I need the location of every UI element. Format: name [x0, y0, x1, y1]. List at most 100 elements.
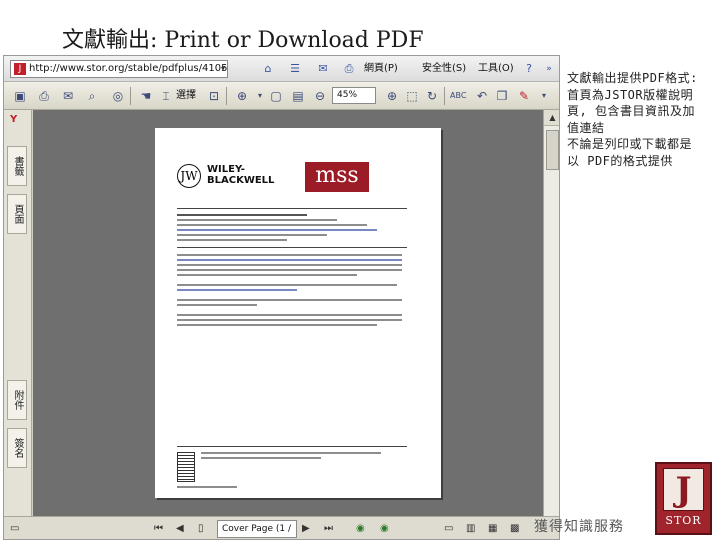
text-line	[177, 299, 402, 301]
continuous-facing-icon[interactable]: ▩	[510, 522, 519, 536]
browser-window: J http://www.stor.org/stable/pdfplus/410…	[3, 55, 560, 540]
undo-icon[interactable]: ↶	[474, 88, 490, 104]
email-icon[interactable]: ✉	[60, 88, 76, 104]
binoculars-icon[interactable]: ◎	[110, 88, 126, 104]
zoom-in-icon[interactable]: ⊕	[384, 88, 400, 104]
fit-page-icon[interactable]: ▤	[290, 88, 306, 104]
pdf-toolbar: ▣ ⎙ ✉ ⌕ ◎ ☚ ⌶ 選擇 ⊡ ⊕ ▾ ▢ ▤ ⊖ 45% ⊕ ⬚ ↻ A…	[4, 82, 559, 110]
y-tool-icon[interactable]: Y	[10, 114, 17, 125]
caption-line: 首頁為JSTOR版權說明	[567, 87, 694, 102]
select-tool-icon[interactable]: ⌶	[158, 88, 174, 104]
dropdown-icon[interactable]: ▾	[536, 88, 552, 104]
zoom-value: 45%	[337, 90, 358, 100]
single-page-icon[interactable]: ▭	[444, 522, 453, 536]
zoom-field[interactable]: 45%	[332, 87, 376, 104]
caption-line: 以 PDF的格式提供	[567, 153, 673, 168]
select-label[interactable]: 選擇	[176, 89, 196, 103]
text-line	[177, 274, 357, 276]
text-line	[177, 284, 397, 286]
previous-page-icon[interactable]: ◀	[176, 522, 184, 536]
tab-pages[interactable]: 頁面	[7, 194, 27, 234]
tab-attachments[interactable]: 附件	[7, 380, 27, 420]
text-line	[177, 259, 402, 261]
snapshot-icon[interactable]: ⊡	[206, 88, 222, 104]
spell-check-icon[interactable]: ABC	[450, 88, 466, 104]
publisher-line1: WILEY-	[207, 164, 245, 175]
toolbar-separator	[130, 87, 131, 105]
scroll-thumb[interactable]	[546, 130, 559, 170]
text-line	[177, 239, 287, 241]
menu-tools[interactable]: 工具(O)	[478, 62, 514, 76]
pen-icon[interactable]: ✎	[516, 88, 532, 104]
text-line	[177, 264, 402, 266]
first-page-icon[interactable]: ⏮	[154, 522, 163, 536]
menu-page[interactable]: 網頁(P)	[364, 62, 398, 76]
actual-size-icon[interactable]: ▢	[268, 88, 284, 104]
vertical-scrollbar[interactable]: ▲	[543, 110, 559, 516]
text-line	[177, 214, 307, 216]
scroll-up-icon[interactable]: ▲	[544, 110, 559, 126]
divider	[177, 208, 407, 209]
back-icon[interactable]: ◉	[356, 522, 365, 536]
zoom-out-icon[interactable]: ⊖	[312, 88, 328, 104]
pdf-status-bar: ▭ ⏮ ◀ ▯ Cover Page (1 / 15) ▶ ⏭ ◉ ◉ ▭ ▥ …	[4, 516, 559, 539]
text-line	[177, 314, 402, 316]
divider	[177, 247, 407, 248]
help-icon[interactable]: ?	[522, 62, 536, 76]
text-line	[177, 229, 377, 231]
forward-icon[interactable]: ◉	[380, 522, 389, 536]
text-line	[177, 269, 402, 271]
text-line	[177, 289, 297, 291]
text-line	[177, 304, 257, 306]
fit-width-icon[interactable]: ⬚	[404, 88, 420, 104]
tab-bookmarks[interactable]: 書籤	[7, 146, 27, 186]
copy-icon[interactable]: ❐	[494, 88, 510, 104]
menu-safety[interactable]: 安全性(S)	[422, 62, 466, 76]
home-icon[interactable]: ⌂	[261, 62, 275, 76]
caption-line: 頁, 包含書目資訊及加	[567, 104, 695, 118]
site-favicon-icon: J	[14, 63, 26, 75]
print-icon[interactable]: ⎙	[342, 62, 356, 76]
page-number-field[interactable]: Cover Page (1 / 15)	[217, 520, 297, 538]
text-line	[177, 254, 402, 256]
slide-title: 文獻輸出: Print or Download PDF	[62, 28, 424, 53]
print-icon[interactable]: ⎙	[36, 88, 52, 104]
jstor-logo: J STOR	[655, 462, 712, 535]
tab-signatures[interactable]: 簽名	[7, 428, 27, 468]
publisher-line2: BLACKWELL	[207, 175, 275, 186]
last-page-icon[interactable]: ⏭	[324, 522, 333, 536]
search-icon[interactable]: ⌕	[84, 88, 100, 104]
address-text: http://www.stor.org/stable/pdfplus/41058…	[29, 63, 228, 74]
pdf-cover-page: JW WILEY- BLACKWELL mss	[155, 128, 441, 498]
save-icon[interactable]: ▣	[12, 88, 28, 104]
footer-text: 獲得知識服務	[534, 519, 624, 535]
page-thumb-icon[interactable]: ▭	[10, 522, 19, 536]
text-line	[177, 219, 337, 221]
address-dropdown-icon[interactable]: ▾	[221, 61, 225, 77]
feeds-icon[interactable]: ☰	[288, 62, 302, 76]
continuous-icon[interactable]: ▥	[466, 522, 475, 536]
facing-icon[interactable]: ▦	[488, 522, 497, 536]
journal-logo: mss	[305, 162, 369, 192]
chevron-right-icon[interactable]: »	[542, 62, 556, 76]
zoom-in-icon[interactable]: ⊕	[234, 88, 250, 104]
address-bar-row: J http://www.stor.org/stable/pdfplus/410…	[4, 56, 559, 82]
text-line	[177, 324, 377, 326]
rotate-icon[interactable]: ↻	[424, 88, 440, 104]
next-page-icon[interactable]: ▶	[302, 522, 310, 536]
hand-tool-icon[interactable]: ☚	[138, 88, 154, 104]
wiley-emblem-icon: JW	[177, 164, 201, 188]
jstor-mini-logo	[177, 452, 195, 482]
mail-icon[interactable]: ✉	[316, 62, 330, 76]
divider	[177, 446, 407, 447]
document-viewport[interactable]: JW WILEY- BLACKWELL mss	[33, 110, 543, 516]
caption-text: 文獻輸出提供PDF格式: 首頁為JSTOR版權說明 頁, 包含書目資訊及加 值連…	[567, 70, 717, 169]
address-field[interactable]: J http://www.stor.org/stable/pdfplus/410…	[10, 60, 228, 78]
caption-line: 值連結	[567, 120, 605, 135]
dropdown-icon[interactable]: ▾	[252, 88, 268, 104]
text-line	[177, 234, 327, 236]
toolbar-separator	[444, 87, 445, 105]
jstor-letter: J	[663, 468, 704, 511]
text-line	[177, 319, 402, 321]
jstor-text: STOR	[665, 514, 702, 527]
